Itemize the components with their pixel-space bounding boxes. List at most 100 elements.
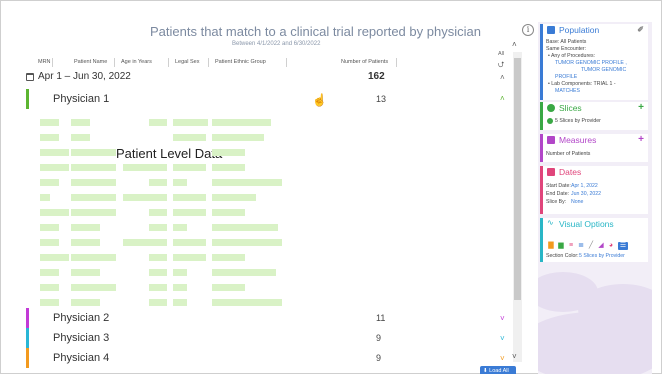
visual-options-header: ∿ Visual Options [543, 218, 648, 230]
slice-by-value[interactable]: None [571, 199, 583, 205]
column-header-ethnic-group[interactable]: Patient Ethnic Group [215, 59, 266, 65]
column-divider[interactable] [114, 58, 115, 67]
add-slice-icon[interactable]: + [638, 102, 644, 113]
column-divider[interactable] [396, 58, 397, 67]
report-pane: Patients that match to a clinical trial … [20, 14, 520, 374]
column-divider[interactable] [208, 58, 209, 67]
placeholder-cell [212, 239, 282, 246]
population-line[interactable]: MATCHES [555, 88, 580, 94]
population-line: • Any of Procedures: [548, 53, 596, 59]
physician-row-2[interactable]: Physician 2 11 ˅ [20, 308, 520, 328]
column-header-patient-name[interactable]: Patient Name [74, 59, 107, 65]
calendar-icon [26, 73, 34, 81]
column-header-age[interactable]: Age in Years [121, 59, 152, 65]
slices-header: Slices + [543, 102, 648, 114]
line-chart-icon[interactable]: ╱ [587, 242, 595, 250]
placeholder-cell [212, 269, 276, 276]
start-date-value[interactable]: Apr 1, 2022 [571, 183, 598, 189]
placeholder-cell [149, 119, 167, 126]
expand-chevron-icon[interactable]: ˅ [500, 355, 505, 363]
placeholder-cell [71, 119, 90, 126]
physician-row-1[interactable]: Physician 1 13 ˄ [20, 89, 520, 109]
physician-color-bar [26, 89, 29, 109]
physician-color-bar [26, 328, 29, 348]
expand-chevron-icon[interactable]: ˅ [500, 335, 505, 343]
placeholder-cell [212, 224, 278, 231]
visual-options-card[interactable]: ∿ Visual Options ▇ ▆ ≡ ≣ ╱ ◢ ◕ ☰ Section… [540, 218, 648, 262]
visual-options-title: Visual Options [559, 219, 614, 229]
pie-chart-icon[interactable]: ◕ [607, 242, 615, 250]
placeholder-cell [40, 224, 59, 231]
slice-badge-icon [547, 118, 553, 124]
placeholder-cell [40, 164, 69, 171]
population-line[interactable]: TUMOR GENOMIC [581, 67, 626, 73]
placeholder-cell [40, 179, 59, 186]
slices-card[interactable]: Slices + 5 Slices by Provider [540, 102, 648, 130]
population-card[interactable]: Population ✐ Base: All Patients Same Enc… [540, 24, 648, 100]
end-date-label: End Date: [546, 191, 570, 197]
area-chart-icon[interactable]: ◢ [597, 242, 605, 250]
bar-chart-icon[interactable]: ▇ [547, 242, 555, 250]
stacked-horizontal-bar-icon[interactable]: ≣ [577, 242, 585, 250]
slices-item[interactable]: 5 Slices by Provider [555, 118, 601, 124]
physician-count: 9 [376, 333, 382, 343]
placeholder-cell [173, 269, 187, 276]
table-icon[interactable]: ☰ [618, 242, 628, 250]
placeholder-cell [123, 239, 167, 246]
placeholder-cell [212, 299, 282, 306]
measures-item[interactable]: Number of Patients [546, 151, 590, 157]
placeholder-cell [173, 239, 206, 246]
placeholder-cell [212, 179, 282, 186]
end-date-value[interactable]: Jun 30, 2022 [571, 191, 601, 197]
population-title: Population [559, 25, 600, 35]
placeholder-cell [40, 149, 69, 156]
load-all-button[interactable]: ⬇ Load All [480, 366, 516, 374]
physician-row-3[interactable]: Physician 3 9 ˅ [20, 328, 520, 348]
placeholder-cell [40, 119, 59, 126]
physician-count: 13 [376, 94, 387, 104]
column-header-legal-sex[interactable]: Legal Sex [175, 59, 199, 65]
physician-count: 11 [376, 313, 386, 323]
collapse-chevron-icon[interactable]: ˄ [500, 95, 505, 103]
placeholder-cell [173, 254, 206, 261]
collapse-chevron-icon[interactable]: ˄ [500, 74, 505, 82]
placeholder-cell [173, 299, 187, 306]
scrollbar-thumb[interactable] [514, 58, 521, 300]
column-header-number-of-patients[interactable]: Number of Patients [341, 59, 388, 65]
population-line[interactable]: PROFILE [555, 74, 577, 80]
edit-population-icon[interactable]: ✐ [637, 25, 644, 34]
scroll-up-icon[interactable]: ˄ [512, 40, 517, 49]
population-line[interactable]: TUMOR GENOMIC PROFILE , [555, 60, 627, 66]
physician-row-4[interactable]: Physician 4 9 ˅ [20, 348, 520, 368]
placeholder-cell [71, 299, 100, 306]
column-divider[interactable] [168, 58, 169, 67]
patient-level-data-label: Patient Level Data [116, 146, 223, 161]
placeholder-cell [173, 224, 187, 231]
info-icon[interactable]: i [522, 24, 534, 36]
placeholder-cell [149, 269, 167, 276]
column-divider[interactable] [52, 58, 53, 67]
physician-color-bar [26, 308, 29, 328]
horizontal-bar-icon[interactable]: ≡ [567, 242, 575, 250]
column-divider[interactable] [286, 58, 287, 67]
placeholder-cell [173, 134, 206, 141]
section-color-value[interactable]: 5 Slices by Provider [579, 253, 625, 259]
column-header-mrn[interactable]: MRN [38, 59, 51, 65]
placeholder-cell [40, 284, 59, 291]
measures-card[interactable]: Measures + Number of Patients [540, 134, 648, 162]
population-line: Same Encounter: [546, 46, 587, 52]
expand-chevron-icon[interactable]: ˅ [500, 315, 505, 323]
date-group-row[interactable]: Apr 1 – Jun 30, 2022 162 ˄ [20, 70, 520, 86]
dates-card[interactable]: Dates Start Date: Apr 1, 2022 End Date: … [540, 166, 648, 214]
placeholder-cell [40, 254, 69, 261]
placeholder-cell [212, 149, 245, 156]
measures-icon [547, 136, 555, 144]
placeholder-cell [149, 179, 167, 186]
placeholder-cell [212, 254, 245, 261]
scroll-down-icon[interactable]: ˅ [512, 352, 517, 361]
add-measure-icon[interactable]: + [638, 134, 644, 145]
placeholder-cell [71, 149, 116, 156]
visual-options-icon: ∿ [547, 218, 554, 227]
stacked-bar-icon[interactable]: ▆ [557, 242, 565, 250]
physician-name: Physician 1 [53, 93, 110, 105]
